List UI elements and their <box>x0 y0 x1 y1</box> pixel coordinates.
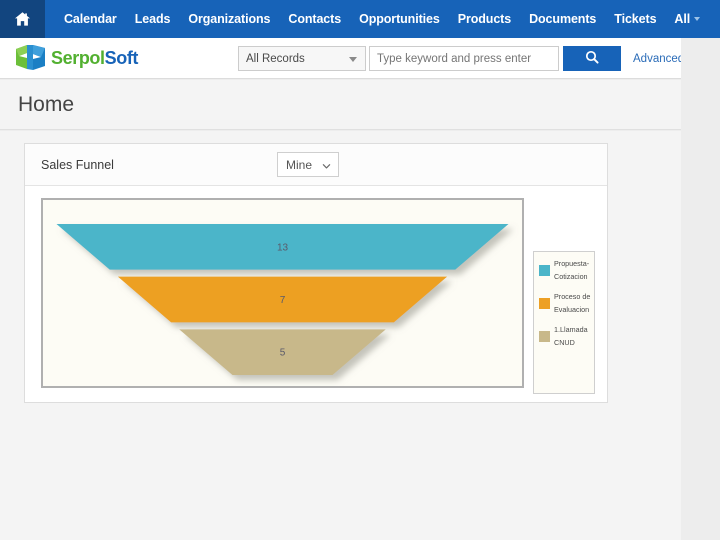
content-area: Sales Funnel Mine 13 7 5 Propuesta-Cotiz… <box>0 131 681 540</box>
widget-body: 13 7 5 Propuesta-Cotizacion Proceso de Eva… <box>25 186 607 402</box>
advanced-search-link[interactable]: Advanced <box>633 53 684 65</box>
app-page: Calendar Leads Organizations Contacts Op… <box>0 0 720 540</box>
funnel-segment-value: 5 <box>280 348 286 359</box>
search-button[interactable] <box>563 46 621 71</box>
legend-color-swatch <box>539 331 550 343</box>
widget-header: Sales Funnel Mine <box>25 144 607 186</box>
home-icon <box>14 11 31 27</box>
right-gutter <box>681 38 720 540</box>
home-button[interactable] <box>0 0 45 38</box>
sales-funnel-widget: Sales Funnel Mine 13 7 5 Propuesta-Cotiz… <box>24 143 608 403</box>
chevron-down-icon <box>349 57 357 62</box>
funnel-segment-value: 7 <box>280 295 286 306</box>
widget-title: Sales Funnel <box>41 157 114 172</box>
page-title-bar: Home <box>0 80 681 130</box>
funnel-chart-plot: 13 7 5 <box>41 198 524 388</box>
nav-item-products[interactable]: Products <box>449 0 520 38</box>
nav-item-opportunities[interactable]: Opportunities <box>350 0 449 38</box>
logo-text-secondary: Soft <box>104 47 139 68</box>
legend-color-swatch <box>539 265 550 277</box>
nav-item-leads[interactable]: Leads <box>126 0 180 38</box>
top-navigation-bar: Calendar Leads Organizations Contacts Op… <box>0 0 720 38</box>
funnel-legend: Propuesta-Cotizacion Proceso de Evaluaci… <box>533 251 595 394</box>
legend-item-label: 1.Llamada CNUD <box>554 325 588 347</box>
search-icon <box>585 50 599 67</box>
funnel-segment-value: 13 <box>277 242 289 253</box>
app-logo[interactable]: SerpolSoft <box>14 43 138 73</box>
search-input[interactable] <box>369 46 559 71</box>
search-scope-value: All Records <box>246 52 305 65</box>
global-search: All Records Advanced <box>238 46 684 71</box>
serpolsoft-logo-icon <box>14 43 48 73</box>
legend-color-swatch <box>539 298 550 310</box>
funnel-filter-select[interactable]: Mine <box>277 152 339 177</box>
nav-item-organizations[interactable]: Organizations <box>179 0 279 38</box>
legend-item[interactable]: Propuesta-Cotizacion <box>534 258 594 283</box>
nav-item-tickets[interactable]: Tickets <box>605 0 665 38</box>
legend-item[interactable]: Proceso de Evaluacion <box>534 291 594 316</box>
page-title: Home <box>18 92 75 116</box>
nav-item-documents[interactable]: Documents <box>520 0 605 38</box>
chevron-down-icon <box>694 17 701 21</box>
app-logo-text: SerpolSoft <box>51 48 138 69</box>
chevron-down-icon <box>322 160 331 169</box>
logo-text-primary: Serpol <box>51 47 105 68</box>
legend-item-label: Proceso de Evaluacion <box>554 292 591 314</box>
legend-item-label: Propuesta-Cotizacion <box>554 259 590 281</box>
funnel-filter-value: Mine <box>286 157 313 172</box>
nav-item-all-label: All <box>674 12 691 26</box>
search-scope-select[interactable]: All Records <box>238 46 366 71</box>
funnel-chart-svg: 13 7 5 <box>56 224 509 375</box>
nav-item-list: Calendar Leads Organizations Contacts Op… <box>45 0 709 38</box>
header-bar: SerpolSoft All Records Advanced <box>0 38 684 79</box>
legend-item[interactable]: 1.Llamada CNUD <box>534 324 594 349</box>
nav-item-calendar[interactable]: Calendar <box>55 0 126 38</box>
nav-item-all[interactable]: All <box>665 0 709 38</box>
nav-item-contacts[interactable]: Contacts <box>279 0 350 38</box>
